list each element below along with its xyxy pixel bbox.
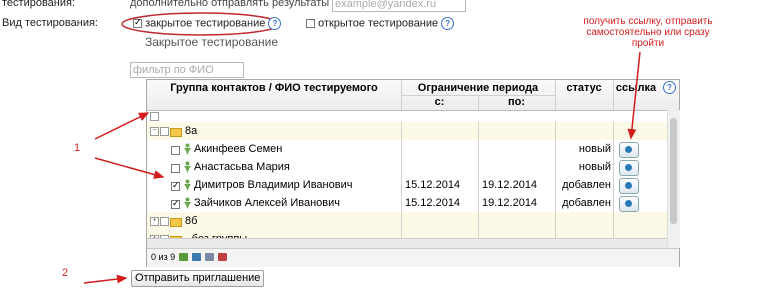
annotation-arrows <box>83 51 641 284</box>
marker-one: 1 <box>74 142 81 154</box>
marker-two: 2 <box>62 267 69 279</box>
send-invitation-button[interactable]: Отправить приглашение <box>131 270 265 287</box>
